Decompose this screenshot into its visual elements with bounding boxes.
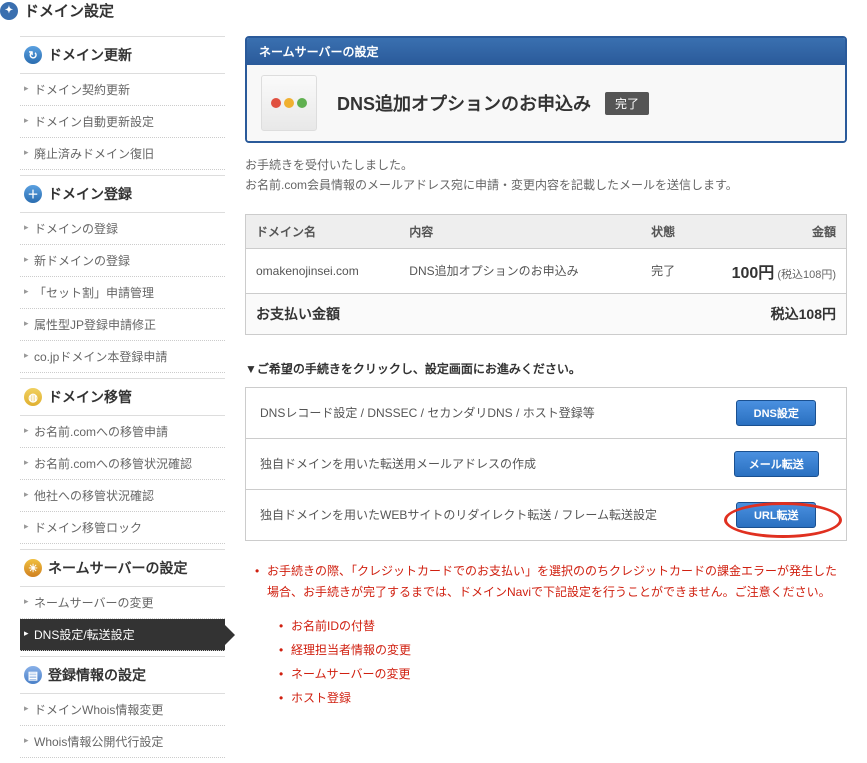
sidebar-section-header[interactable]: ☀ ネームサーバーの設定 [20,549,225,587]
col-domain: ドメイン名 [246,214,400,248]
message-line: お名前.com会員情報のメールアドレス宛に申請・変更内容を記載したメールを送信し… [245,175,847,195]
sidebar-item[interactable]: お名前.comへの移管状況確認 [20,448,225,480]
note-item: お名前IDの付替 [279,614,847,638]
status-badge: 完了 [605,92,649,115]
sidebar-section-header[interactable]: ◍ ドメイン移管 [20,378,225,416]
action-button[interactable]: URL転送 [736,502,816,528]
total-value: 税込108円 [691,293,847,334]
page-title-text: ドメイン設定 [24,0,114,21]
total-label: お支払い金額 [246,293,691,334]
main-content: ネームサーバーの設定 DNS追加オプションのお申込み 完了 お手続きを受付いたし… [225,31,867,763]
sidebar-item[interactable]: ドメイン契約更新 [20,74,225,106]
sidebar-item[interactable]: 廃止済みドメイン復旧 [20,138,225,170]
doc-icon: ▤ [24,666,42,684]
message-line: お手続きを受付いたしました。 [245,155,847,175]
action-label: 独自ドメインを用いたWEBサイトのリダイレクト転送 / フレーム転送設定 [246,489,707,540]
cell-domain: omakenojinsei.com [246,248,400,293]
sidebar-section-title: ドメイン移管 [48,387,132,407]
sidebar-item[interactable]: ドメイン移管ロック [20,512,225,544]
sidebar-item[interactable]: DNS設定/転送設定 [20,619,225,651]
col-amount: 金額 [691,214,847,248]
banner: ネームサーバーの設定 DNS追加オプションのお申込み 完了 [245,36,847,143]
sidebar-item[interactable]: 新ドメインの登録 [20,245,225,277]
col-status: 状態 [636,214,691,248]
sidebar: ↻ ドメイン更新ドメイン契約更新ドメイン自動更新設定廃止済みドメイン復旧 ＋ ドメイン… [0,31,225,763]
notes-section: お手続きの際、「クレジットカードでのお支払い」を選択ののちクレジットカードの課金… [245,561,847,710]
page-title: ✦ ドメイン設定 [0,0,867,21]
action-button[interactable]: メール転送 [734,451,819,477]
instruction-text: ▼ご希望の手続きをクリックし、設定画面にお進みください。 [245,360,847,377]
sidebar-section-title: ドメイン更新 [48,45,132,65]
plus-icon: ＋ [24,185,42,203]
action-label: DNSレコード設定 / DNSSEC / セカンダリDNS / ホスト登録等 [246,387,707,438]
sidebar-item[interactable]: co.jpドメイン本登録申請 [20,341,225,373]
refresh-icon: ↻ [24,46,42,64]
sidebar-item[interactable]: ドメイン自動更新設定 [20,106,225,138]
sidebar-item[interactable]: お名前.comへの移管申請 [20,416,225,448]
cell-price: 100円(税込108円) [691,248,847,293]
sidebar-item[interactable]: 属性型JP登録申請修正 [20,309,225,341]
globe-icon: ◍ [24,388,42,406]
banner-header: ネームサーバーの設定 [247,38,845,65]
col-content: 内容 [399,214,635,248]
ns-icon: ☀ [24,559,42,577]
sidebar-item[interactable]: 「セット割」申請管理 [20,277,225,309]
sidebar-section-title: 登録情報の設定 [48,665,146,685]
notes-list: お名前IDの付替経理担当者情報の変更ネームサーバーの変更ホスト登録 [255,614,847,710]
sidebar-section-header[interactable]: ↻ ドメイン更新 [20,36,225,74]
action-button[interactable]: DNS設定 [736,400,816,426]
banner-title-text: DNS追加オプションのお申込み [337,90,591,116]
note-item: ホスト登録 [279,686,847,710]
sidebar-item[interactable]: 他社への移管状況確認 [20,480,225,512]
confirmation-message: お手続きを受付いたしました。 お名前.com会員情報のメールアドレス宛に申請・変… [245,155,847,196]
note-item: ネームサーバーの変更 [279,662,847,686]
note-item: 経理担当者情報の変更 [279,638,847,662]
cell-content: DNS追加オプションのお申込み [399,248,635,293]
banner-icon [261,75,317,131]
gear-icon: ✦ [0,2,18,20]
action-table: DNSレコード設定 / DNSSEC / セカンダリDNS / ホスト登録等 DN… [245,387,847,541]
sidebar-item[interactable]: ドメインの登録 [20,213,225,245]
sidebar-section-title: ネームサーバーの設定 [48,558,187,578]
cell-status: 完了 [636,248,691,293]
sidebar-section-header[interactable]: ＋ ドメイン登録 [20,175,225,213]
sidebar-item[interactable]: ネームサーバーの変更 [20,587,225,619]
sidebar-item[interactable]: Whois情報公開代行設定 [20,726,225,758]
action-label: 独自ドメインを用いた転送用メールアドレスの作成 [246,438,707,489]
sidebar-section-header[interactable]: ▤ 登録情報の設定 [20,656,225,694]
notes-lead: お手続きの際、「クレジットカードでのお支払い」を選択ののちクレジットカードの課金… [255,561,847,604]
sidebar-section-title: ドメイン登録 [48,184,132,204]
sidebar-item[interactable]: ドメインWhois情報変更 [20,694,225,726]
result-table: ドメイン名 内容 状態 金額 omakenojinsei.com DNS追加オプ… [245,214,847,335]
